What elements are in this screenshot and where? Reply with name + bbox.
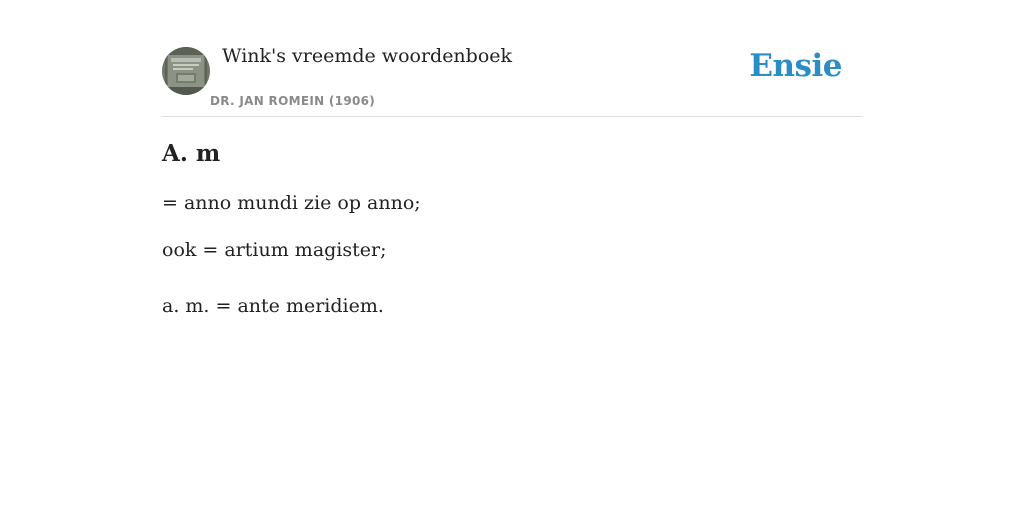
- book-author: DR. JAN ROMEIN (1906): [210, 94, 376, 108]
- entry-term: A. m: [162, 140, 221, 167]
- dictionary-entry: A. m = anno mundi zie op anno; ook = art…: [162, 138, 862, 317]
- book-cover-icon: [162, 47, 210, 95]
- entry-definition: = anno mundi zie op anno;: [162, 192, 421, 214]
- ensie-logo-link[interactable]: Ensie: [749, 48, 842, 84]
- book-title[interactable]: Wink's vreemde woordenboek: [222, 45, 512, 67]
- page-header: Wink's vreemde woordenboek DR. JAN ROMEI…: [162, 0, 862, 117]
- entry-definition: a. m. = ante meridiem.: [162, 295, 384, 317]
- entry-definition: ook = artium magister;: [162, 239, 387, 261]
- book-cover-avatar[interactable]: [162, 47, 210, 95]
